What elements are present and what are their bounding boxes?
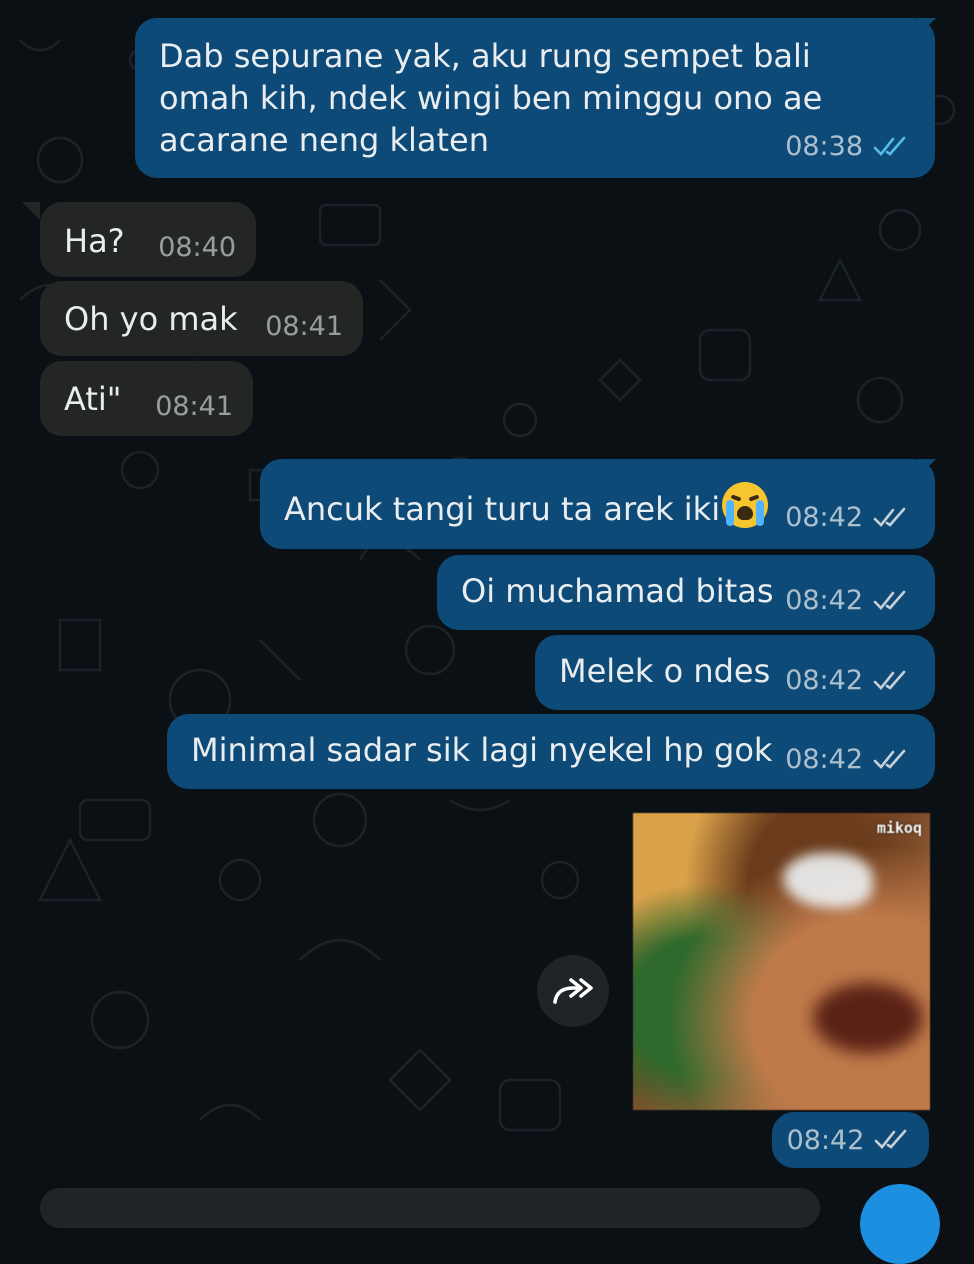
sticker-detail bbox=[813, 983, 923, 1053]
message-time: 08:42 bbox=[785, 585, 863, 616]
message-time: 08:42 bbox=[785, 665, 863, 696]
double-check-icon bbox=[873, 507, 906, 527]
message-time: 08:42 bbox=[786, 1124, 865, 1156]
message-bubble-outgoing[interactable]: Ancuk tangi turu ta arek iki 08:42 bbox=[260, 459, 935, 549]
message-meta: 08:42 bbox=[785, 660, 913, 702]
double-check-icon bbox=[873, 590, 906, 610]
message-time: 08:41 bbox=[265, 311, 343, 342]
message-bubble-incoming[interactable]: Oh yo mak 08:41 bbox=[40, 281, 363, 356]
message-meta: 08:41 bbox=[155, 386, 233, 428]
double-check-icon bbox=[875, 1129, 907, 1149]
sticker-meta: 08:42 bbox=[772, 1112, 929, 1168]
message-text: Melek o ndes bbox=[559, 652, 771, 690]
message-input-bar[interactable] bbox=[40, 1188, 820, 1228]
message-text: Minimal sadar sik lagi nyekel hp gok bbox=[191, 731, 773, 769]
sticker-watermark: mikoq bbox=[876, 819, 922, 837]
message-bubble-outgoing[interactable]: Minimal sadar sik lagi nyekel hp gok 08:… bbox=[167, 714, 935, 789]
bubble-tail bbox=[22, 202, 40, 220]
message-meta: 08:38 bbox=[785, 126, 913, 168]
double-check-icon bbox=[873, 749, 906, 769]
message-time: 08:41 bbox=[155, 391, 233, 422]
sticker-image[interactable]: mikoq bbox=[633, 813, 930, 1110]
double-check-icon bbox=[873, 136, 906, 156]
message-time: 08:42 bbox=[785, 744, 863, 775]
forward-icon bbox=[553, 978, 593, 1004]
send-button[interactable] bbox=[860, 1184, 940, 1264]
message-bubble-incoming[interactable]: Ha? 08:40 bbox=[40, 202, 256, 277]
message-text: Ati" bbox=[64, 380, 122, 418]
message-bubble-incoming[interactable]: Ati" 08:41 bbox=[40, 361, 253, 436]
forward-button[interactable] bbox=[537, 955, 609, 1027]
message-meta: 08:42 bbox=[785, 739, 913, 781]
loudly-crying-face-icon bbox=[722, 482, 769, 528]
message-text: Ancuk tangi turu ta arek iki bbox=[284, 490, 721, 528]
double-check-icon bbox=[873, 670, 906, 690]
message-time: 08:42 bbox=[785, 502, 863, 533]
message-bubble-outgoing[interactable]: Oi muchamad bitas 08:42 bbox=[437, 555, 935, 630]
message-text: Oh yo mak bbox=[64, 300, 238, 338]
message-text: Ha? bbox=[64, 222, 125, 260]
message-bubble-outgoing[interactable]: Melek o ndes 08:42 bbox=[535, 635, 935, 710]
message-meta: 08:40 bbox=[158, 227, 236, 269]
message-time: 08:38 bbox=[785, 131, 863, 162]
message-bubble-outgoing[interactable]: Dab sepurane yak, aku rung sempet bali o… bbox=[135, 18, 935, 178]
message-meta: 08:42 bbox=[785, 580, 913, 622]
message-meta: 08:42 bbox=[785, 497, 913, 539]
message-time: 08:40 bbox=[158, 232, 236, 263]
message-meta: 08:41 bbox=[265, 306, 343, 348]
sticker-detail bbox=[783, 853, 873, 908]
message-text: Dab sepurane yak, aku rung sempet bali o… bbox=[159, 37, 833, 159]
message-text: Oi muchamad bitas bbox=[461, 572, 774, 610]
